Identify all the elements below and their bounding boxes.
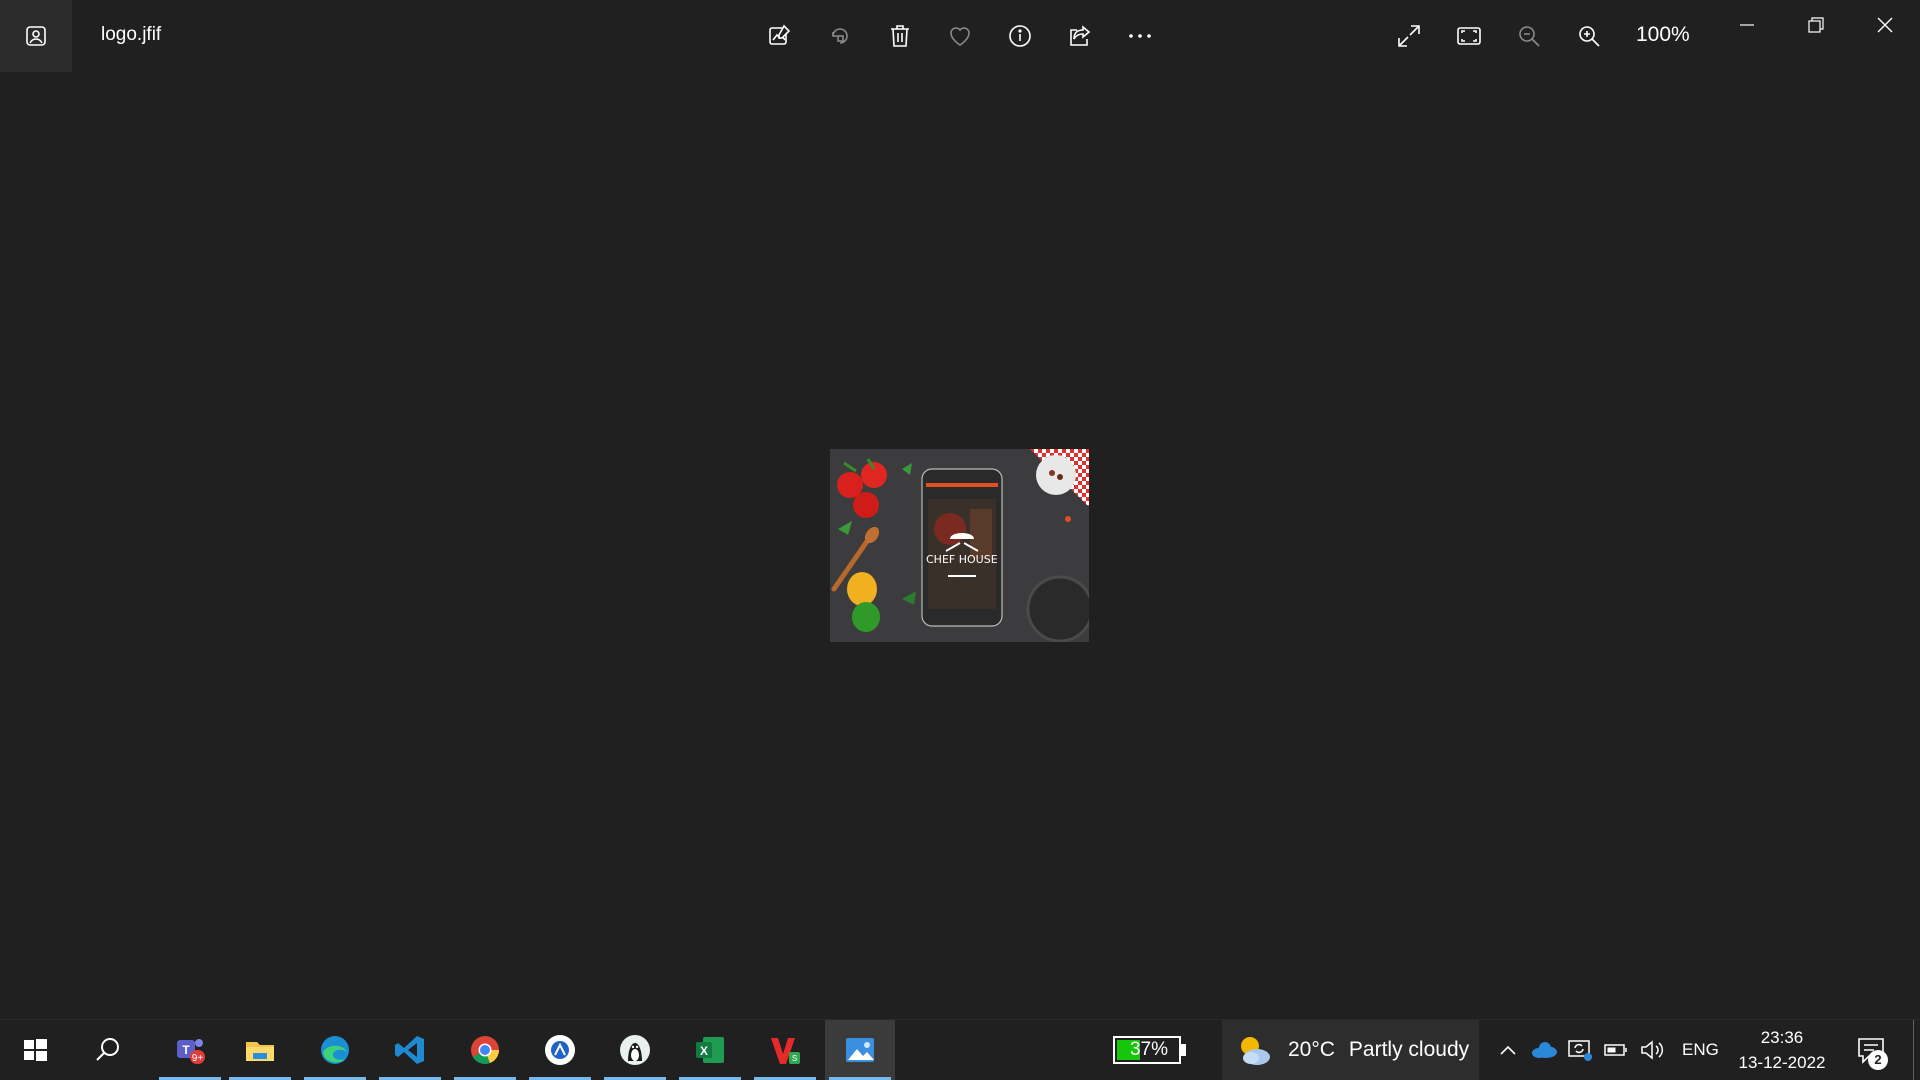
favorite-button[interactable]	[940, 16, 980, 56]
excel-icon: X	[696, 1037, 724, 1063]
chrome-icon	[471, 1036, 499, 1064]
zoom-out-button[interactable]	[1509, 16, 1549, 56]
onedrive-icon	[1532, 1042, 1557, 1058]
fullscreen-button[interactable]	[1389, 16, 1429, 56]
restore-icon	[1808, 17, 1824, 33]
edit-image-button[interactable]	[760, 16, 800, 56]
weather-temperature: 20°C	[1288, 1038, 1335, 1061]
svg-text:S: S	[792, 1054, 797, 1063]
favorite-icon	[950, 27, 970, 46]
volume-icon	[1641, 1040, 1664, 1060]
share-icon	[1070, 25, 1091, 46]
volume-tray-button[interactable]	[1638, 1038, 1666, 1062]
photos-app-window: logo.jfif 100% CHEF HOUSE T 9+ X S 37% 2…	[0, 0, 1920, 1080]
delete-icon	[891, 25, 909, 47]
zoom-out-icon	[1519, 26, 1540, 47]
search-button[interactable]	[73, 1020, 143, 1080]
sync-status-icon	[1568, 1040, 1592, 1061]
taskbar-app-edge[interactable]	[300, 1020, 370, 1080]
share-button[interactable]	[1060, 16, 1100, 56]
fullscreen-icon	[1398, 25, 1420, 47]
chevron-up-icon	[1500, 1045, 1516, 1055]
taskbar-app-vscode[interactable]	[375, 1020, 445, 1080]
svg-text:T: T	[182, 1043, 190, 1057]
clock-date[interactable]: 13-12-2022	[1736, 1053, 1828, 1073]
edge-icon	[321, 1036, 349, 1064]
taskbar-app-penguin[interactable]	[600, 1020, 670, 1080]
onedrive-tray-button[interactable]	[1530, 1038, 1558, 1062]
penguin-icon	[620, 1035, 650, 1065]
edit-image-icon	[769, 24, 791, 45]
info-button[interactable]	[1000, 16, 1040, 56]
wps-icon: S	[771, 1038, 800, 1064]
weather-widget[interactable]: 20°C Partly cloudy	[1222, 1020, 1479, 1080]
notification-count-badge: 2	[1868, 1050, 1888, 1070]
photo-brand-text: CHEF HOUSE	[926, 553, 998, 566]
file-name: logo.jfif	[101, 24, 162, 45]
displayed-photo[interactable]: CHEF HOUSE	[830, 449, 1089, 642]
minimize-button[interactable]	[1712, 0, 1782, 50]
svg-text:X: X	[700, 1044, 708, 1058]
search-icon	[96, 1038, 119, 1061]
more-icon	[1129, 34, 1151, 38]
sync-tray-button[interactable]	[1566, 1038, 1594, 1062]
taskbar-app-chrome[interactable]	[450, 1020, 520, 1080]
taskbar-app-photos[interactable]	[825, 1020, 895, 1080]
teams-icon: T 9+	[177, 1039, 205, 1064]
start-button[interactable]	[0, 1020, 70, 1080]
minimize-icon	[1740, 24, 1754, 26]
vscode-icon	[395, 1036, 424, 1064]
rotate-icon	[832, 28, 848, 44]
title-bar: logo.jfif 100%	[0, 0, 1920, 72]
zoom-in-icon	[1579, 26, 1600, 47]
app-circle-icon	[545, 1035, 575, 1065]
info-icon	[1009, 25, 1031, 47]
input-language[interactable]: ENG	[1682, 1040, 1719, 1060]
fit-to-window-button[interactable]	[1449, 16, 1489, 56]
partly-cloudy-icon	[1241, 1037, 1270, 1065]
battery-tray-button[interactable]	[1602, 1038, 1630, 1062]
taskbar: T 9+ X S 37% 20°C Partly cloudy ENG 23:3…	[0, 1019, 1920, 1080]
taskbar-app-wps[interactable]: S	[750, 1020, 820, 1080]
taskbar-app-teams[interactable]: T 9+	[155, 1020, 225, 1080]
windows-logo-icon	[24, 1039, 47, 1061]
taskbar-app-excel[interactable]: X	[675, 1020, 745, 1080]
fit-to-window-icon	[1457, 27, 1481, 45]
more-options-button[interactable]	[1120, 16, 1160, 56]
battery-percentage: 37%	[1129, 1039, 1169, 1060]
folder-icon	[246, 1042, 274, 1061]
taskbar-app-file-explorer[interactable]	[225, 1020, 295, 1080]
weather-description: Partly cloudy	[1348, 1038, 1470, 1061]
close-button[interactable]	[1850, 0, 1920, 50]
delete-button[interactable]	[880, 16, 920, 56]
zoom-level[interactable]: 100%	[1636, 23, 1690, 47]
battery-tray-icon	[1604, 1044, 1627, 1056]
zoom-in-button[interactable]	[1569, 16, 1609, 56]
teams-badge: 9+	[192, 1053, 204, 1064]
show-hidden-icons-button[interactable]	[1494, 1038, 1522, 1062]
photos-icon	[846, 1038, 874, 1062]
clock-time[interactable]: 23:36	[1736, 1028, 1828, 1048]
restore-button[interactable]	[1781, 0, 1851, 50]
photos-app-icon[interactable]	[0, 0, 72, 72]
close-icon	[1877, 17, 1893, 33]
rotate-button[interactable]	[820, 16, 860, 56]
taskbar-app-circle[interactable]	[525, 1020, 595, 1080]
show-desktop-button[interactable]	[1913, 1020, 1914, 1080]
